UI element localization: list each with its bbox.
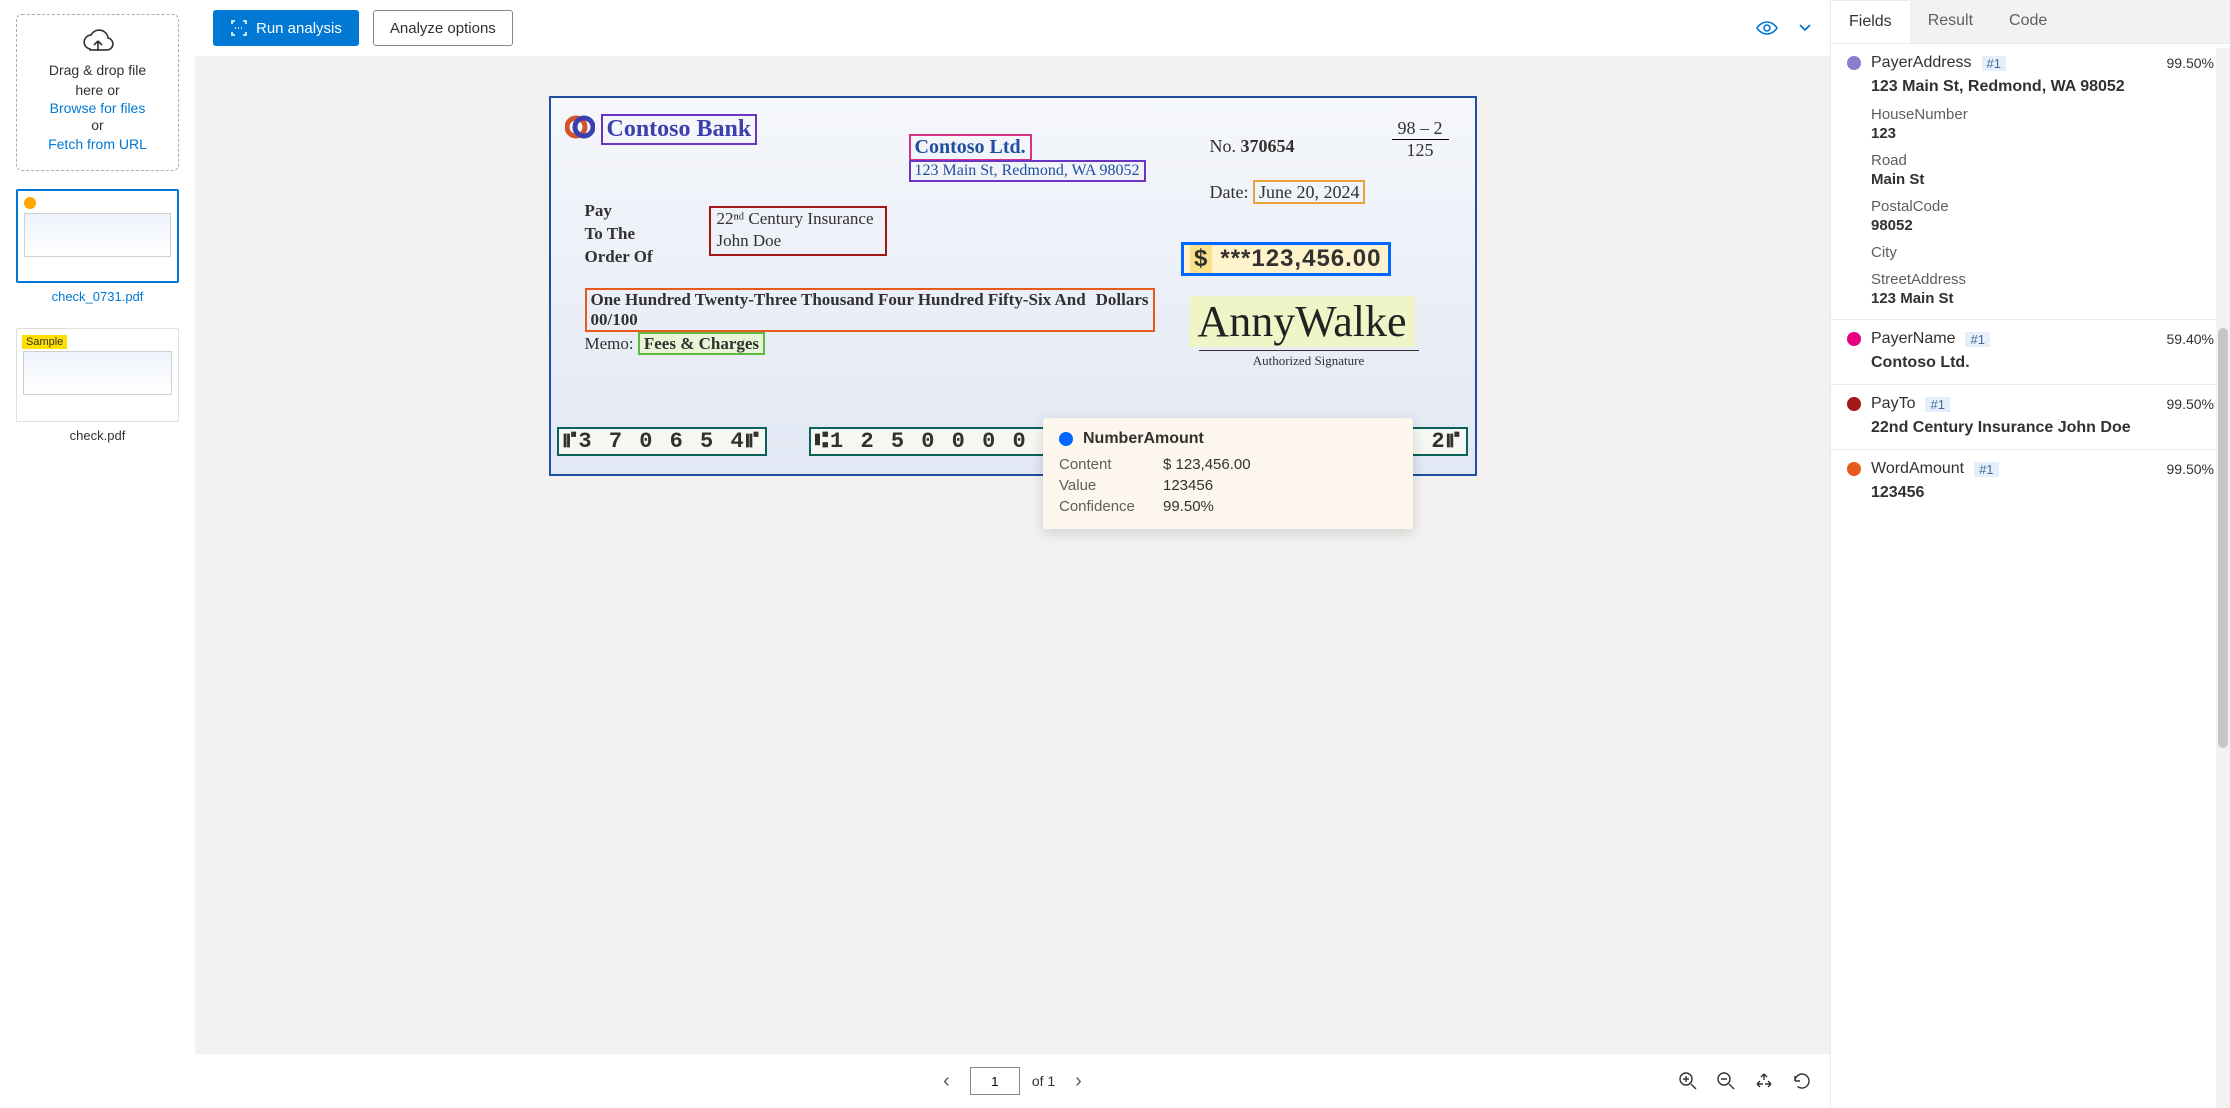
chevron-down-icon[interactable] (1798, 23, 1812, 33)
fit-icon[interactable] (1754, 1071, 1774, 1091)
document-viewer: Run analysis Analyze options Contoso Ban… (195, 0, 1830, 1108)
subfield-label: PostalCode (1871, 198, 2214, 215)
subfield-value: 98052 (1871, 217, 2214, 234)
field-confidence: 99.50% (2167, 55, 2214, 71)
field-dot-icon (1847, 397, 1861, 411)
field-tag: #1 (1925, 397, 1949, 412)
page-input[interactable] (970, 1067, 1020, 1095)
field-value: 123456 (1871, 484, 2214, 502)
signature-label: Authorized Signature (1199, 350, 1419, 369)
dropzone-text2: here or (25, 81, 170, 101)
field-tag: #1 (1965, 332, 1989, 347)
scrollbar-thumb[interactable] (2218, 328, 2228, 748)
field-payeraddress[interactable]: 123 Main St, Redmond, WA 98052 (909, 160, 1146, 182)
thumbnail-2-label: check.pdf (16, 422, 179, 449)
field-date[interactable]: June 20, 2024 (1253, 180, 1366, 204)
check-number-label: No. 370654 (1210, 136, 1295, 157)
field-item[interactable]: PayTo #1 99.50% 22nd Century Insurance J… (1831, 384, 2230, 449)
pager: ‹ of 1 › (195, 1054, 1830, 1108)
tab-fields[interactable]: Fields (1831, 0, 1910, 43)
dropzone-or: or (25, 116, 170, 136)
analyze-options-button[interactable]: Analyze options (373, 10, 513, 46)
scrollbar-track[interactable] (2216, 48, 2230, 1108)
rotate-icon[interactable] (1792, 1071, 1812, 1091)
field-confidence: 99.50% (2167, 461, 2214, 477)
field-name: PayTo (1871, 395, 1915, 413)
run-analysis-label: Run analysis (256, 20, 342, 37)
next-page-button[interactable]: › (1067, 1066, 1090, 1097)
bank-logo-icon (565, 112, 595, 142)
field-payto[interactable]: 22ⁿᵈ Century InsuranceJohn Doe (709, 206, 887, 256)
field-memo[interactable]: Fees & Charges (638, 332, 765, 355)
results-tabs: Fields Result Code (1831, 0, 2230, 43)
field-tooltip: NumberAmount Content$ 123,456.00 Value12… (1043, 418, 1413, 529)
visibility-icon[interactable] (1756, 20, 1778, 36)
field-value: 22nd Century Insurance John Doe (1871, 419, 2214, 437)
tooltip-title: NumberAmount (1083, 430, 1204, 448)
memo-row: Memo: Fees & Charges (585, 334, 766, 354)
dropzone[interactable]: Drag & drop file here or Browse for file… (16, 14, 179, 171)
field-name: PayerAddress (1871, 54, 1972, 72)
toolbar: Run analysis Analyze options (195, 0, 1830, 56)
field-wordamount[interactable]: One Hundred Twenty-Three Thousand Four H… (585, 288, 1155, 332)
status-dot-icon (24, 197, 36, 209)
subfield-label: City (1871, 244, 2214, 261)
field-tag: #1 (1982, 56, 2006, 71)
field-item[interactable]: PayerName #1 59.40% Contoso Ltd. (1831, 319, 2230, 384)
scan-icon (230, 19, 248, 37)
file-panel: Drag & drop file here or Browse for file… (0, 0, 195, 1108)
subfield-value: 123 Main St (1871, 290, 2214, 307)
field-value: Contoso Ltd. (1871, 354, 2214, 372)
field-tag: #1 (1974, 462, 1998, 477)
tab-result[interactable]: Result (1910, 0, 1991, 43)
field-bankname[interactable]: Contoso Bank (601, 114, 758, 145)
subfield-value: 123 (1871, 125, 2214, 142)
subfield-label: StreetAddress (1871, 271, 2214, 288)
field-item[interactable]: PayerAddress #1 99.50% 123 Main St, Redm… (1831, 43, 2230, 319)
prev-page-button[interactable]: ‹ (935, 1066, 958, 1097)
thumbnail-1[interactable]: check_0731.pdf (16, 189, 179, 310)
fetch-url-link[interactable]: Fetch from URL (48, 136, 147, 152)
field-name: WordAmount (1871, 460, 1964, 478)
field-confidence: 59.40% (2167, 331, 2214, 347)
check-number: 370654 (1241, 136, 1295, 156)
field-dot-icon (1847, 462, 1861, 476)
sample-badge: Sample (22, 335, 67, 349)
routing-fraction: 98 – 2125 (1392, 118, 1449, 161)
subfield-label: HouseNumber (1871, 106, 2214, 123)
payto-label: PayTo TheOrder Of (585, 200, 653, 269)
results-panel: Fields Result Code PayerAddress #1 99.50… (1830, 0, 2230, 1108)
field-item[interactable]: WordAmount #1 99.50% 123456 (1831, 449, 2230, 514)
field-payername[interactable]: Contoso Ltd. (909, 134, 1032, 161)
run-analysis-button[interactable]: Run analysis (213, 10, 359, 46)
dropzone-text: Drag & drop file (25, 61, 170, 81)
fields-list[interactable]: PayerAddress #1 99.50% 123 Main St, Redm… (1831, 43, 2230, 1108)
subfield-value: Main St (1871, 171, 2214, 188)
field-micr-check[interactable]: ⑈3 7 0 6 5 4⑈ (557, 427, 767, 456)
field-dot-icon (1847, 56, 1861, 70)
thumbnail-2[interactable]: Sample check.pdf (16, 328, 179, 449)
date-row: Date: June 20, 2024 (1210, 182, 1366, 203)
subfield-label: Road (1871, 152, 2214, 169)
tooltip-dot-icon (1059, 432, 1073, 446)
field-value: 123 Main St, Redmond, WA 98052 (1871, 78, 2214, 96)
analyze-options-label: Analyze options (390, 20, 496, 37)
field-dot-icon (1847, 332, 1861, 346)
page-total: of 1 (1032, 1073, 1055, 1089)
document-canvas[interactable]: Contoso Bank Contoso Ltd. 123 Main St, R… (195, 56, 1830, 1054)
field-name: PayerName (1871, 330, 1955, 348)
thumbnail-1-label: check_0731.pdf (16, 283, 179, 310)
field-signature[interactable]: AnnyWalke (1189, 296, 1414, 347)
browse-link[interactable]: Browse for files (50, 100, 146, 116)
tab-code[interactable]: Code (1991, 0, 2065, 43)
zoom-out-icon[interactable] (1716, 1071, 1736, 1091)
zoom-in-icon[interactable] (1678, 1071, 1698, 1091)
field-numberamount[interactable]: $***123,456.00 (1181, 242, 1391, 276)
upload-icon (25, 29, 170, 57)
field-confidence: 99.50% (2167, 396, 2214, 412)
